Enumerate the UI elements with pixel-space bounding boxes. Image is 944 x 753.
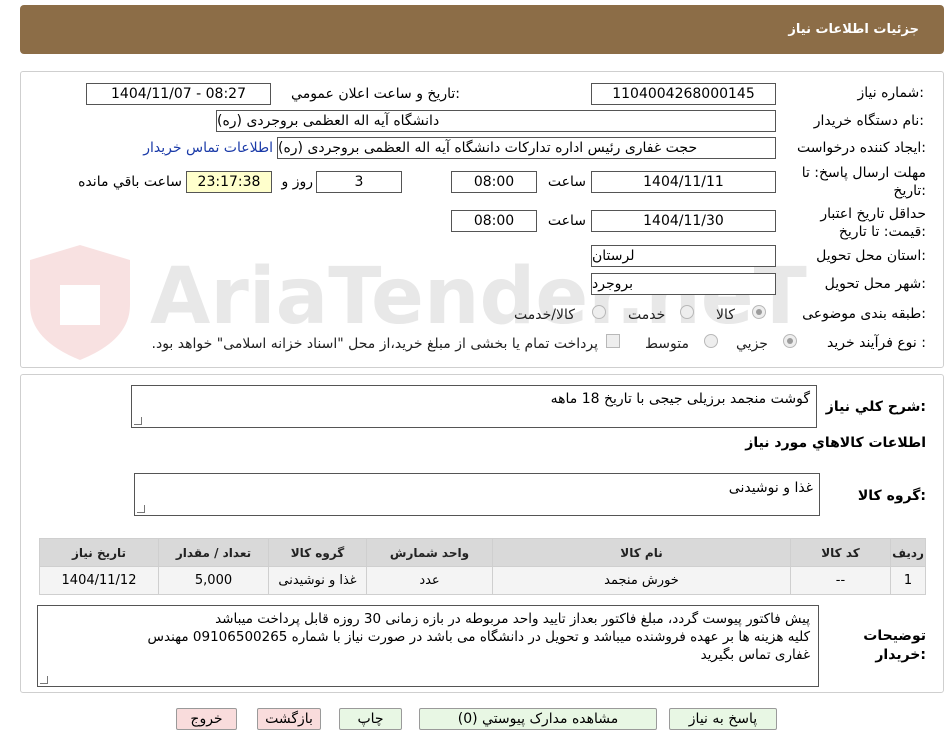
reply-deadline-label-2: تاریخ:: [893, 183, 926, 199]
goods-group-resize-handle[interactable]: [137, 505, 145, 513]
items-table: رديف کد کالا نام کالا واحد شمارش گروه کا…: [39, 538, 926, 595]
goods-group-label: گروه کالا:: [857, 488, 926, 504]
requester-field: حجت غفاری رئیس اداره تدارکات دانشگاه آیه…: [277, 137, 776, 159]
buyer-contact-link[interactable]: اطلاعات تماس خريدار: [140, 140, 273, 156]
reply-time-label: ساعت: [547, 174, 586, 190]
summary-text: گوشت منجمد برزیلی جیجی با تاریخ 18 ماهه: [550, 391, 810, 407]
cell-need-date: 1404/11/12: [39, 566, 159, 595]
buyer-org-field: دانشگاه آیه اله العظمی بروجردی (ره): [216, 110, 776, 132]
col-row-number: رديف: [890, 538, 926, 567]
cell-item-group: غذا و نوشیدنی: [268, 566, 367, 595]
need-number-label: شماره نیاز:: [857, 85, 924, 101]
buyer-notes-line-2: کلیه هزینه ها بر عهده فروشنده میباشد و ت…: [147, 629, 810, 645]
buyer-notes-label-2: خريدار:: [875, 647, 926, 663]
need-number-field: 1104004268000145: [591, 83, 776, 105]
cell-item-code: --: [790, 566, 891, 595]
treasury-payment-checkbox[interactable]: [606, 334, 620, 348]
print-button[interactable]: چاپ: [339, 708, 402, 730]
page-title: جزئیات اطلاعات نیاز: [788, 22, 919, 37]
reply-date-field: 1404/11/11: [591, 171, 776, 193]
announce-date-label: تاریخ و ساعت اعلان عمومي:: [291, 86, 460, 102]
category-radio-service[interactable]: [680, 305, 694, 319]
buyer-org-label: نام دستگاه خريدار:: [813, 113, 924, 129]
process-option-minor: جزیي: [736, 336, 768, 352]
page-header: جزئیات اطلاعات نیاز: [20, 5, 944, 54]
view-attachments-button[interactable]: مشاهده مدارک پيوستي (0): [419, 708, 657, 730]
price-validity-time-label: ساعت: [547, 213, 586, 229]
price-validity-date-field: 1404/11/30: [591, 210, 776, 232]
col-unit: واحد شمارش: [366, 538, 493, 567]
category-label: طبقه بندی موضوعی:: [802, 306, 926, 322]
buyer-notes-label: توضيحات: [863, 628, 926, 644]
cell-item-name: خورش منجمد: [492, 566, 791, 595]
process-type-label: نوع فرآیند خرید :: [827, 335, 926, 351]
remaining-time-field: 23:17:38: [186, 171, 272, 193]
category-radio-goods-service[interactable]: [592, 305, 606, 319]
announce-date-field: 1404/11/07 - 08:27: [86, 83, 271, 105]
price-validity-label: حداقل تاریخ اعتبار: [820, 206, 926, 222]
process-option-medium: متوسط: [645, 336, 689, 352]
price-validity-time-field: 08:00: [451, 210, 537, 232]
category-option-service: خدمت: [628, 307, 666, 323]
category-option-goods-service: کالا/خدمت: [514, 307, 575, 323]
province-label: استان محل تحویل:: [816, 248, 926, 264]
col-item-code: کد کالا: [790, 538, 891, 567]
treasury-payment-note: پرداخت تمام یا بخشی از مبلغ خرید،از محل …: [151, 336, 598, 352]
summary-label: شرح کلي نياز:: [825, 399, 926, 415]
table-row: 1 -- خورش منجمد عدد غذا و نوشیدنی 5,000 …: [39, 566, 926, 595]
cell-quantity: 5,000: [158, 566, 269, 595]
remaining-days-label: روز و: [281, 174, 314, 190]
exit-button[interactable]: خروج: [176, 708, 237, 730]
process-radio-medium[interactable]: [704, 334, 718, 348]
city-label: شهر محل تحویل:: [824, 276, 926, 292]
back-button[interactable]: بازگشت: [257, 708, 321, 730]
reply-button[interactable]: پاسخ به نياز: [669, 708, 777, 730]
goods-group-text: غذا و نوشیدنی: [728, 480, 813, 496]
col-item-name: نام کالا: [492, 538, 791, 567]
buyer-notes-textarea: پیش فاکتور پیوست گردد، مبلغ فاکتور بعداز…: [37, 605, 819, 687]
summary-textarea: گوشت منجمد برزیلی جیجی با تاریخ 18 ماهه: [131, 385, 817, 428]
category-radio-goods[interactable]: [752, 305, 766, 319]
buyer-notes-line-3: غفاری تماس بگیرید: [700, 647, 810, 663]
price-validity-label-2: قیمت: تا تاریخ:: [838, 224, 926, 240]
remaining-time-label: ساعت باقي مانده: [78, 174, 182, 190]
goods-group-textarea: غذا و نوشیدنی: [134, 473, 820, 516]
reply-deadline-label: مهلت ارسال پاسخ: تا: [801, 165, 926, 181]
city-field: بروجرد: [591, 273, 776, 295]
requester-label: ایجاد کننده درخواست:: [797, 140, 926, 156]
summary-resize-handle[interactable]: [134, 417, 142, 425]
items-table-header: رديف کد کالا نام کالا واحد شمارش گروه کا…: [39, 538, 926, 567]
remaining-days-field: 3: [316, 171, 402, 193]
reply-time-field: 08:00: [451, 171, 537, 193]
goods-section-title: اطلاعات کالاهاي مورد نياز: [745, 435, 926, 451]
buyer-notes-resize-handle[interactable]: [40, 676, 48, 684]
buyer-notes-line-1: پیش فاکتور پیوست گردد، مبلغ فاکتور بعداز…: [215, 611, 810, 627]
items-table-wrap: رديف کد کالا نام کالا واحد شمارش گروه کا…: [39, 538, 926, 595]
province-field: لرستان: [591, 245, 776, 267]
col-item-group: گروه کالا: [268, 538, 367, 567]
col-need-date: تاريخ نياز: [39, 538, 159, 567]
category-option-goods: کالا: [716, 307, 735, 323]
cell-unit: عدد: [366, 566, 493, 595]
process-radio-minor[interactable]: [783, 334, 797, 348]
col-quantity: تعداد / مقدار: [158, 538, 269, 567]
cell-row-number: 1: [890, 566, 926, 595]
